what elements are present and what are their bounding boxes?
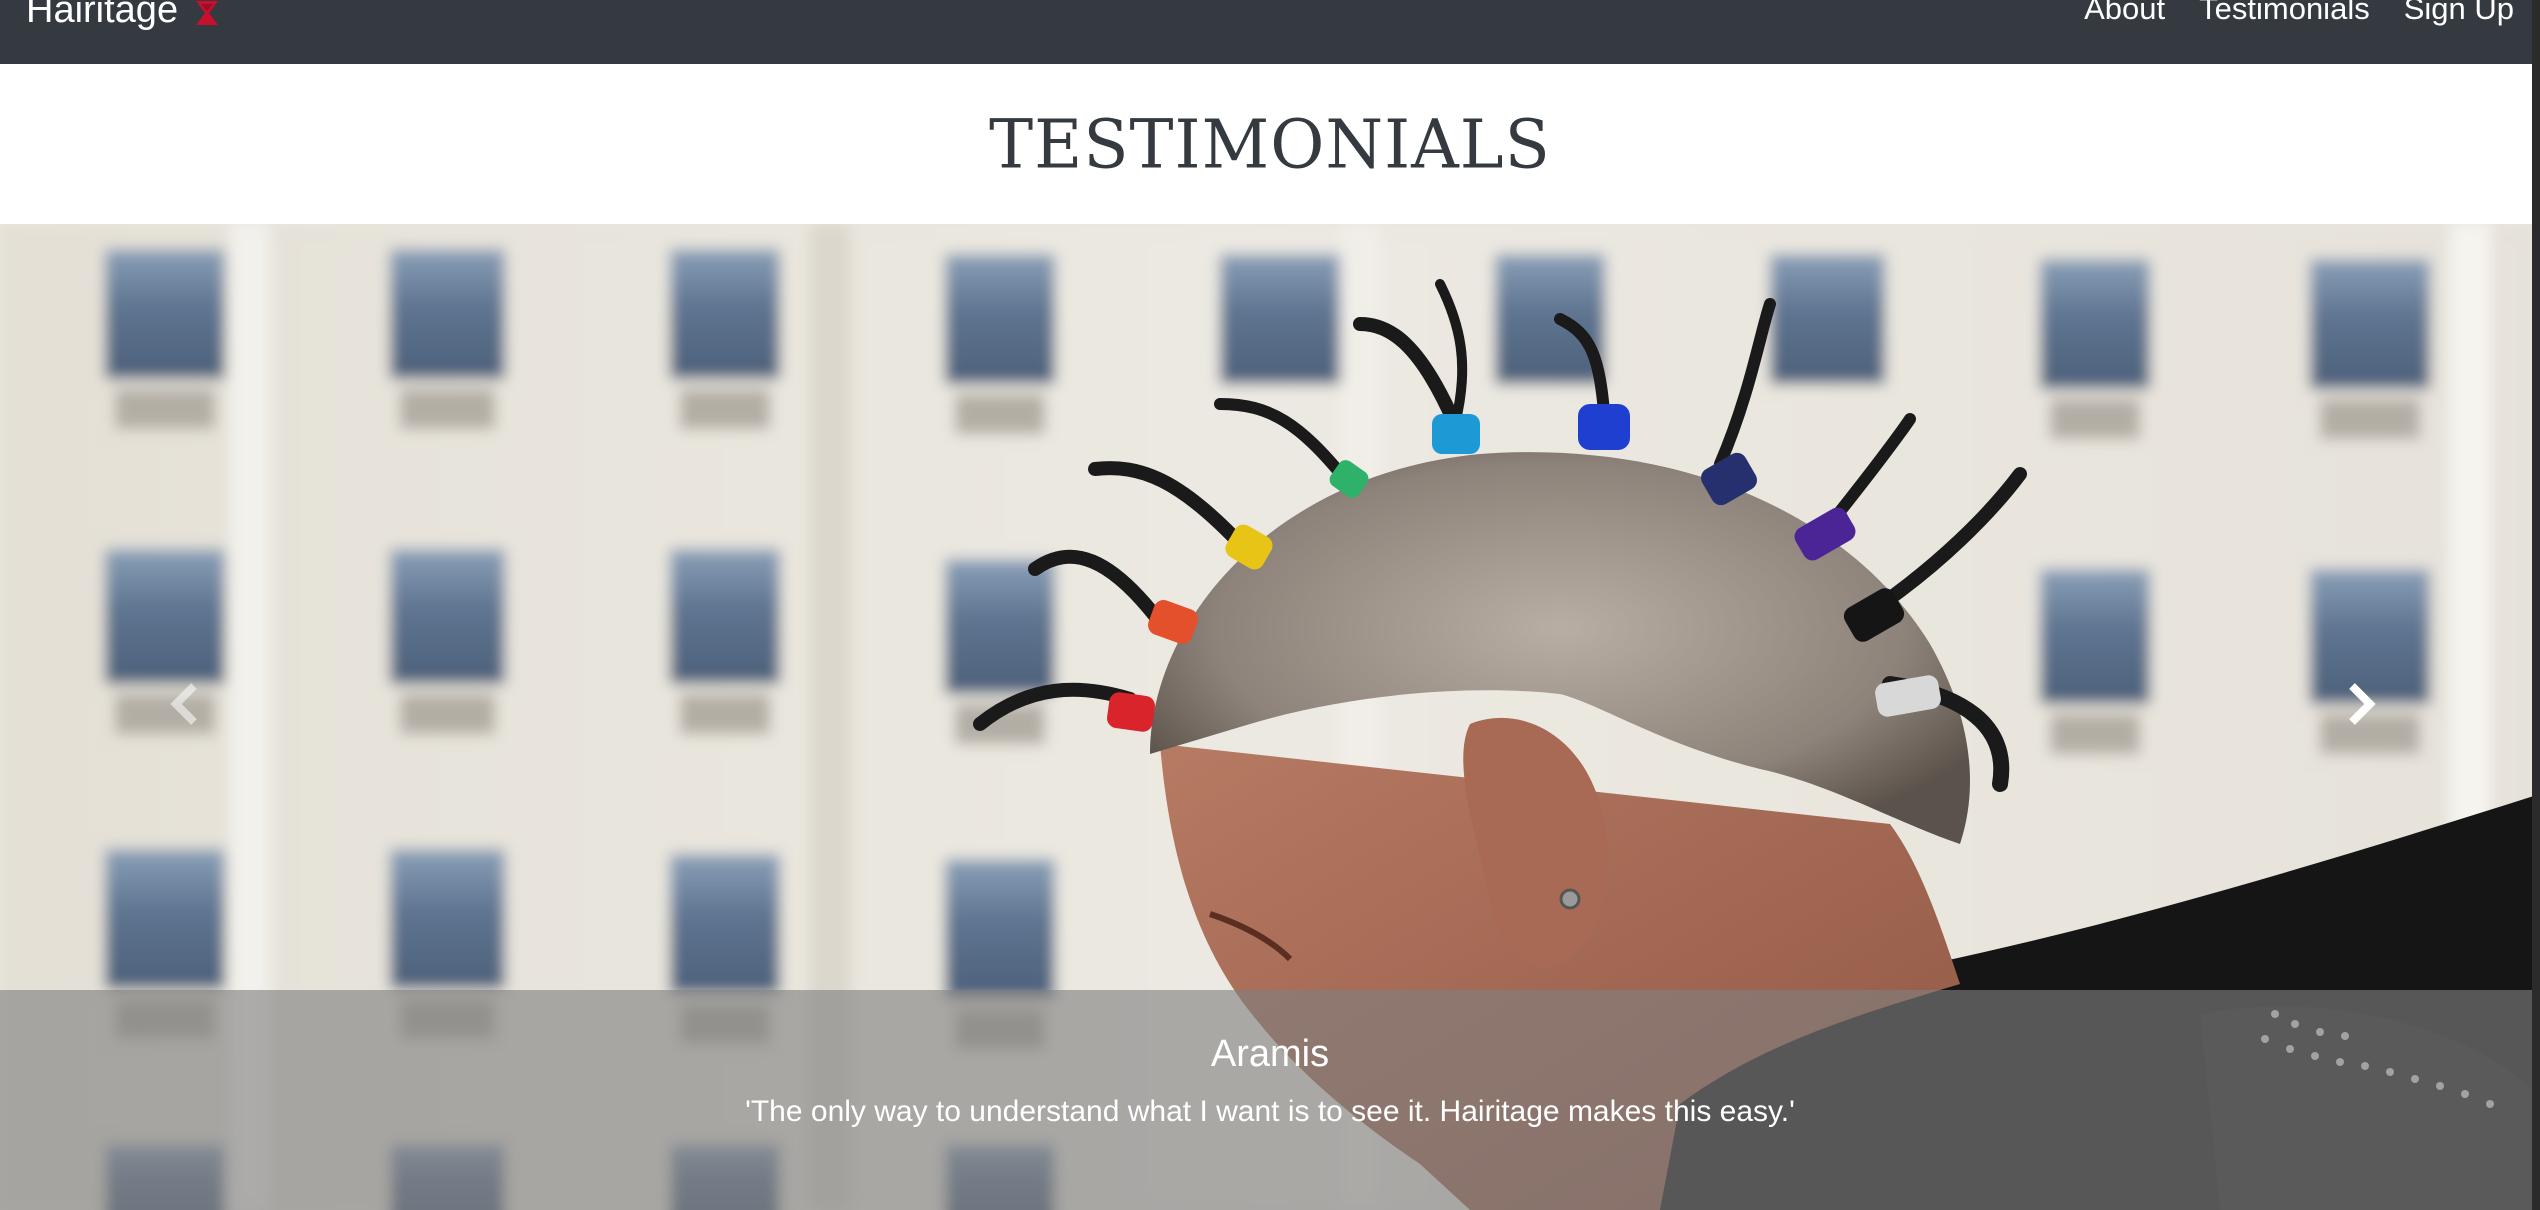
- testimonial-author: Aramis: [1210, 1033, 1330, 1075]
- nav-link-about[interactable]: About: [2084, 0, 2165, 32]
- brand-link[interactable]: Hairitage: [26, 0, 222, 34]
- hourglass-logo-icon: [196, 1, 219, 25]
- brand-name: Hairitage: [26, 0, 179, 31]
- testimonial-quote: 'The only way to understand what I want …: [745, 1095, 1795, 1128]
- page-title: TESTIMONIALS: [989, 104, 1551, 184]
- chevron-right-icon: [2349, 683, 2376, 725]
- chevron-left-icon: [170, 683, 197, 725]
- page-scrollbar-edge: [2532, 0, 2540, 1210]
- nav-link-testimonials[interactable]: Testimonials: [2199, 0, 2370, 32]
- carousel-next-button[interactable]: [2320, 664, 2400, 744]
- carousel-caption: Aramis 'The only way to understand what …: [0, 990, 2540, 1210]
- testimonial-carousel: Aramis 'The only way to understand what …: [0, 224, 2540, 1210]
- heading-section: TESTIMONIALS: [0, 64, 2540, 224]
- nav-links: About Testimonials Sign Up: [2050, 0, 2514, 32]
- navbar: Hairitage About Testimonials Sign Up: [0, 0, 2540, 64]
- nav-link-sign-up[interactable]: Sign Up: [2404, 0, 2514, 32]
- carousel-prev-button[interactable]: [146, 664, 226, 744]
